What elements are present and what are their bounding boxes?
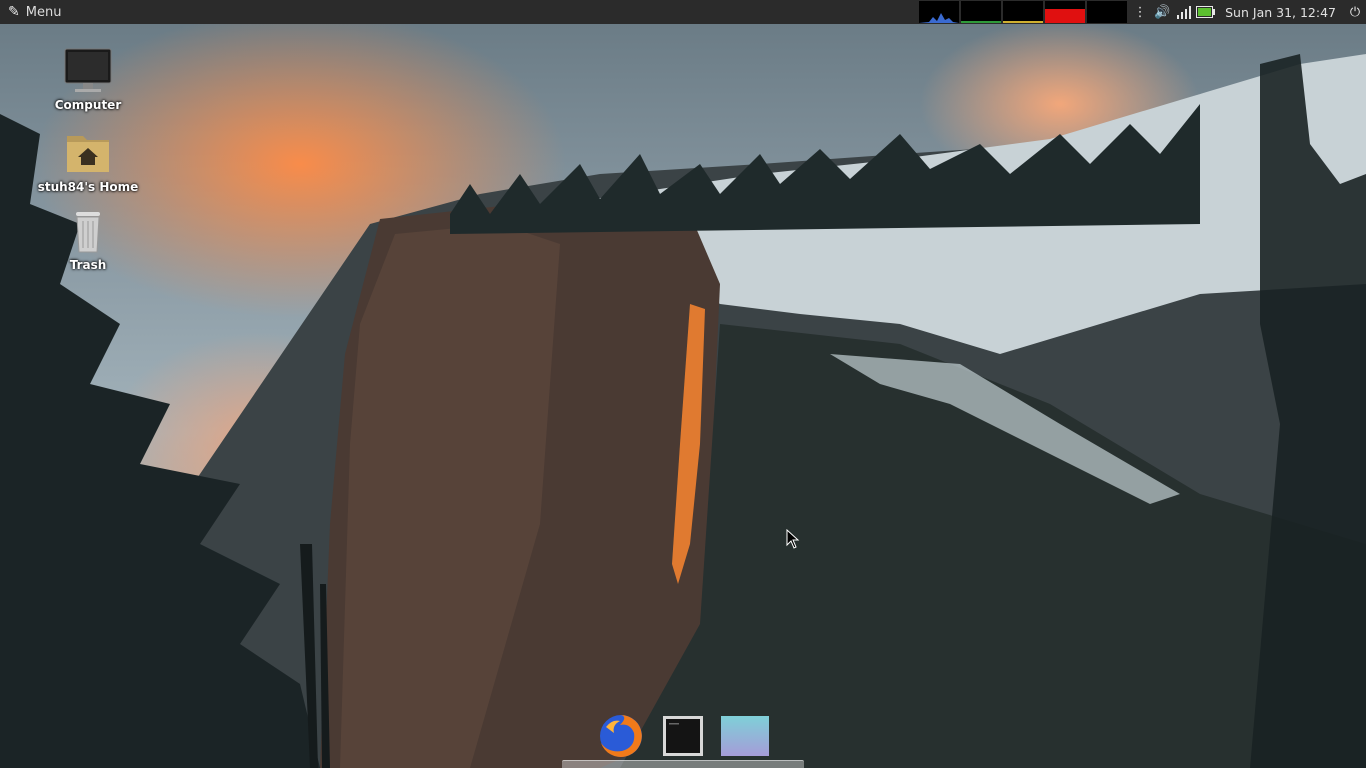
- load-graph[interactable]: [1087, 1, 1128, 23]
- battery-icon[interactable]: [1195, 0, 1217, 24]
- dock-bar: [562, 760, 804, 768]
- panel-clock[interactable]: Sun Jan 31, 12:47: [1217, 5, 1344, 20]
- swap-graph-fill: [1045, 9, 1086, 23]
- dock-item-firefox[interactable]: [597, 712, 645, 760]
- desktop-icon-label: Trash: [69, 258, 107, 272]
- volume-icon[interactable]: 🔊: [1151, 0, 1173, 24]
- more-icon[interactable]: ⋮: [1129, 0, 1151, 24]
- dock-item-desktop-preview[interactable]: [721, 712, 769, 760]
- swap-graph[interactable]: [1045, 1, 1086, 23]
- home-folder-icon: [67, 136, 109, 172]
- menu-button[interactable]: ✎ Menu: [0, 0, 69, 24]
- memory-graph[interactable]: [961, 1, 1002, 23]
- mouse-cursor-icon: [786, 529, 800, 549]
- monitor-icon: [64, 48, 112, 92]
- menu-icon: ✎: [8, 4, 20, 20]
- panel-tray: ⋮ 🔊 Sun Jan 31, 12:47 ⏻: [919, 0, 1366, 24]
- desktop-icon-label: stuh84's Home: [37, 180, 139, 194]
- desktop-icon-home[interactable]: stuh84's Home: [38, 128, 138, 194]
- power-icon[interactable]: ⏻: [1344, 0, 1366, 24]
- desktop-icon-trash[interactable]: Trash: [38, 206, 138, 272]
- menu-label: Menu: [25, 4, 62, 20]
- wallpaper-landscape: [0, 54, 1366, 768]
- firefox-icon: [600, 715, 642, 757]
- network-graph[interactable]: [1003, 1, 1044, 23]
- network-signal-icon[interactable]: [1173, 0, 1195, 24]
- cpu-graph[interactable]: [919, 1, 960, 23]
- desktop-wallpaper: [0, 24, 1366, 768]
- trash-icon: [76, 212, 100, 253]
- cpu-graph-plot: [919, 13, 960, 23]
- battery-shape: [1196, 6, 1216, 18]
- dock-item-terminal[interactable]: [659, 712, 707, 760]
- memory-graph-fill: [961, 21, 1002, 23]
- desktop-icon-label: Computer: [54, 98, 122, 112]
- top-panel: ✎ Menu ⋮ 🔊 Sun Jan 31, 12:47 ⏻: [0, 0, 1366, 24]
- terminal-icon: [663, 716, 703, 756]
- window-preview-icon: [721, 716, 769, 756]
- signal-bars: [1177, 6, 1192, 19]
- dock: [562, 704, 804, 768]
- desktop-icon-computer[interactable]: Computer: [38, 46, 138, 112]
- network-graph-fill: [1003, 21, 1044, 23]
